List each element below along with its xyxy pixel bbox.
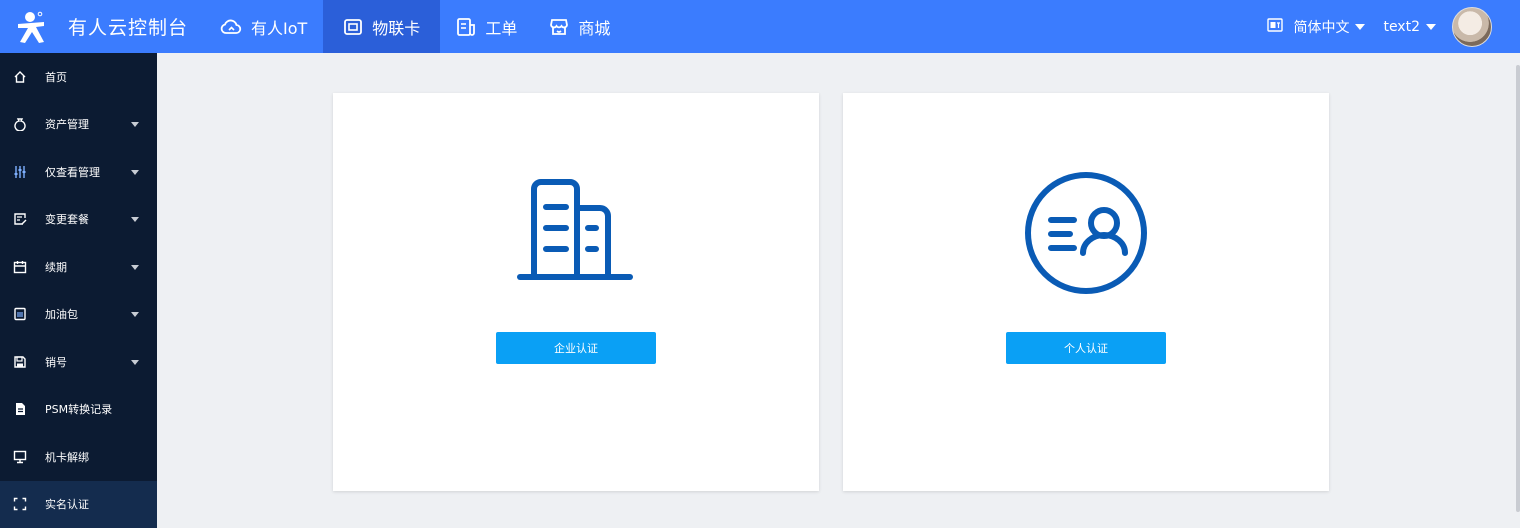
sidebar-item-real-name[interactable]: 实名认证 [0,481,157,528]
nav-item-label: 商城 [578,15,610,39]
personal-card: 个人认证 [843,93,1329,491]
chevron-down-icon [1355,24,1365,30]
sidebar-item-label: 仅查看管理 [45,164,100,180]
sliders-icon [12,164,28,180]
sidebar-item-label: 首页 [45,69,67,85]
document-icon [456,17,485,37]
sidebar-item-label: 机卡解绑 [45,449,89,465]
chevron-down-icon [131,170,139,175]
sidebar-item-home[interactable]: 首页 [0,53,157,101]
sidebar-item-label: 销号 [45,354,67,370]
sim-card-icon [343,18,372,36]
monitor-icon [12,449,28,465]
top-bar: 有人云控制台 有人IoT 物联卡 工单 商城 [0,0,1520,53]
home-icon [12,69,28,85]
sidebar-item-label: 续期 [45,259,67,275]
personal-verify-button[interactable]: 个人认证 [1006,332,1166,364]
sidebar-item-label: 加油包 [45,306,78,322]
top-right-controls: 简体中文 text2 [1267,0,1520,53]
money-bag-icon [12,116,28,132]
sidebar-item-label: PSM转换记录 [45,401,112,417]
nav-item-label: 工单 [485,15,517,39]
avatar[interactable] [1452,7,1492,47]
building-icon [516,171,636,287]
brand[interactable]: 有人云控制台 [16,0,188,53]
vertical-scrollbar[interactable] [1516,65,1520,512]
chevron-down-icon [131,122,139,127]
nav-item-iot[interactable]: 有人IoT [204,0,323,53]
nav-item-label: 有人IoT [251,15,307,39]
sidebar-item-renewal[interactable]: 续期 [0,243,157,291]
enterprise-card: 企业认证 [333,93,819,491]
floppy-icon [12,354,28,370]
sidebar-item-unbind[interactable]: 机卡解绑 [0,433,157,481]
nav-item-ticket[interactable]: 工单 [440,0,533,53]
edit-note-icon [12,211,28,227]
person-id-icon [1024,171,1148,299]
logo-icon [16,10,56,44]
scan-icon [12,496,28,512]
sidebar: 首页 资产管理 仅查看管理 变更套餐 续期 加油包 销号 PSM转换记录 机卡解… [0,53,157,512]
chevron-down-icon [131,312,139,317]
user-menu[interactable]: text2 [1383,19,1436,35]
illustration [333,171,819,287]
nav-item-store[interactable]: 商城 [533,0,626,53]
sidebar-item-view-management[interactable]: 仅查看管理 [0,148,157,196]
language-selector[interactable]: 简体中文 [1267,17,1365,37]
sidebar-item-change-plan[interactable]: 变更套餐 [0,196,157,244]
sidebar-item-psm-records[interactable]: PSM转换记录 [0,386,157,434]
chevron-down-icon [131,217,139,222]
main-content: 企业认证 个人认证 [157,53,1520,512]
store-icon [549,17,578,37]
translate-icon [1267,18,1293,36]
sidebar-item-assets[interactable]: 资产管理 [0,101,157,149]
sidebar-item-data-pack[interactable]: 加油包 [0,291,157,339]
chevron-down-icon [131,265,139,270]
sidebar-item-label: 变更套餐 [45,211,89,227]
brand-title: 有人云控制台 [68,13,188,40]
enterprise-verify-button[interactable]: 企业认证 [496,332,656,364]
nav-item-sim[interactable]: 物联卡 [323,0,440,53]
sim-chip-icon [12,306,28,322]
language-label: 简体中文 [1293,17,1349,37]
chevron-down-icon [131,360,139,365]
sidebar-item-label: 资产管理 [45,116,89,132]
nav-item-label: 物联卡 [372,15,420,39]
cloud-icon [220,18,251,36]
sidebar-item-label: 实名认证 [45,496,89,512]
chevron-down-icon [1426,24,1436,30]
username: text2 [1383,19,1420,35]
top-nav: 有人IoT 物联卡 工单 商城 [204,0,626,53]
file-icon [12,401,28,417]
illustration [843,171,1329,299]
sidebar-item-cancel-number[interactable]: 销号 [0,338,157,386]
calendar-icon [12,259,28,275]
